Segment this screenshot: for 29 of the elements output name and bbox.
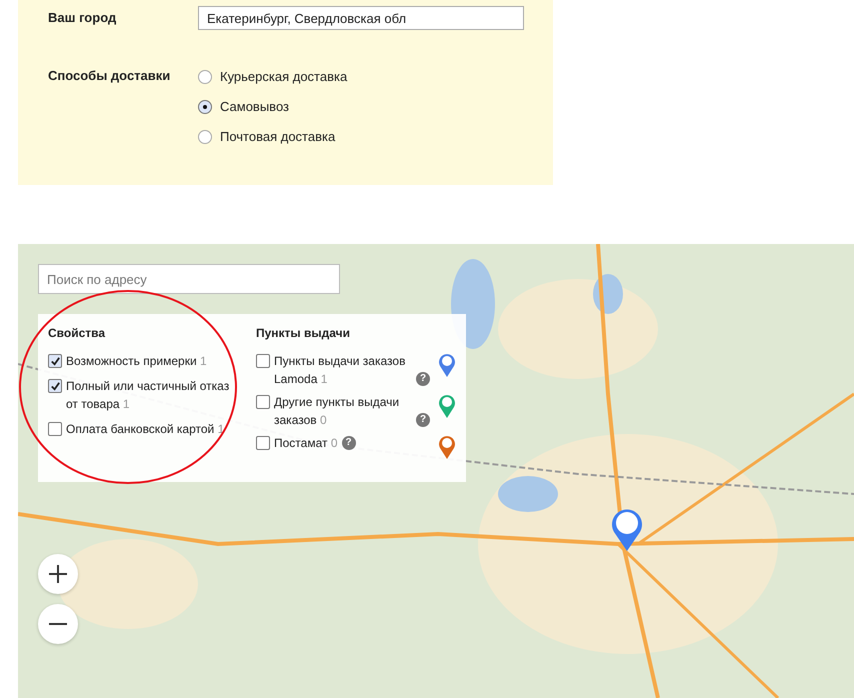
filter-label: Возможность примерки 1 <box>66 353 207 370</box>
filter-label: Другие пункты выдачи заказов 0 <box>274 394 400 429</box>
group-title: Свойства <box>48 326 106 340</box>
option-label: Почтовая доставка <box>220 129 336 144</box>
radio-button[interactable] <box>198 70 212 84</box>
filter-label: Полный или частичный отказ от товара 1 <box>66 378 230 413</box>
field-label: Ваш город <box>48 9 118 25</box>
checkbox[interactable] <box>48 354 62 368</box>
checkbox[interactable] <box>48 422 62 436</box>
help-badge[interactable]: ? <box>342 436 356 450</box>
checkbox[interactable] <box>256 395 270 409</box>
map-pin-icon <box>610 508 644 552</box>
field-label: Способы доставки <box>48 67 172 83</box>
group-title: Пункты выдачи <box>256 326 351 340</box>
city-input[interactable]: Екатеринбург, Свердловская обл <box>198 6 524 30</box>
minus-icon <box>48 623 68 625</box>
search-field[interactable]: Поиск по адресу <box>38 264 340 294</box>
option-label: Курьерская доставка <box>220 69 348 84</box>
checkbox[interactable] <box>48 379 62 393</box>
option-label: Самовывоз <box>220 99 289 114</box>
checkbox[interactable] <box>256 354 270 368</box>
filter-label: Постамат 0 <box>274 435 338 452</box>
help-badge[interactable]: ? <box>416 372 430 386</box>
help-badge[interactable]: ? <box>416 413 430 427</box>
filter-label: Пункты выдачи заказов Lamoda 1 <box>274 353 406 388</box>
radio-button[interactable] <box>198 100 212 114</box>
plus-icon <box>48 564 68 584</box>
checkbox[interactable] <box>256 436 270 450</box>
radio-button[interactable] <box>198 130 212 144</box>
